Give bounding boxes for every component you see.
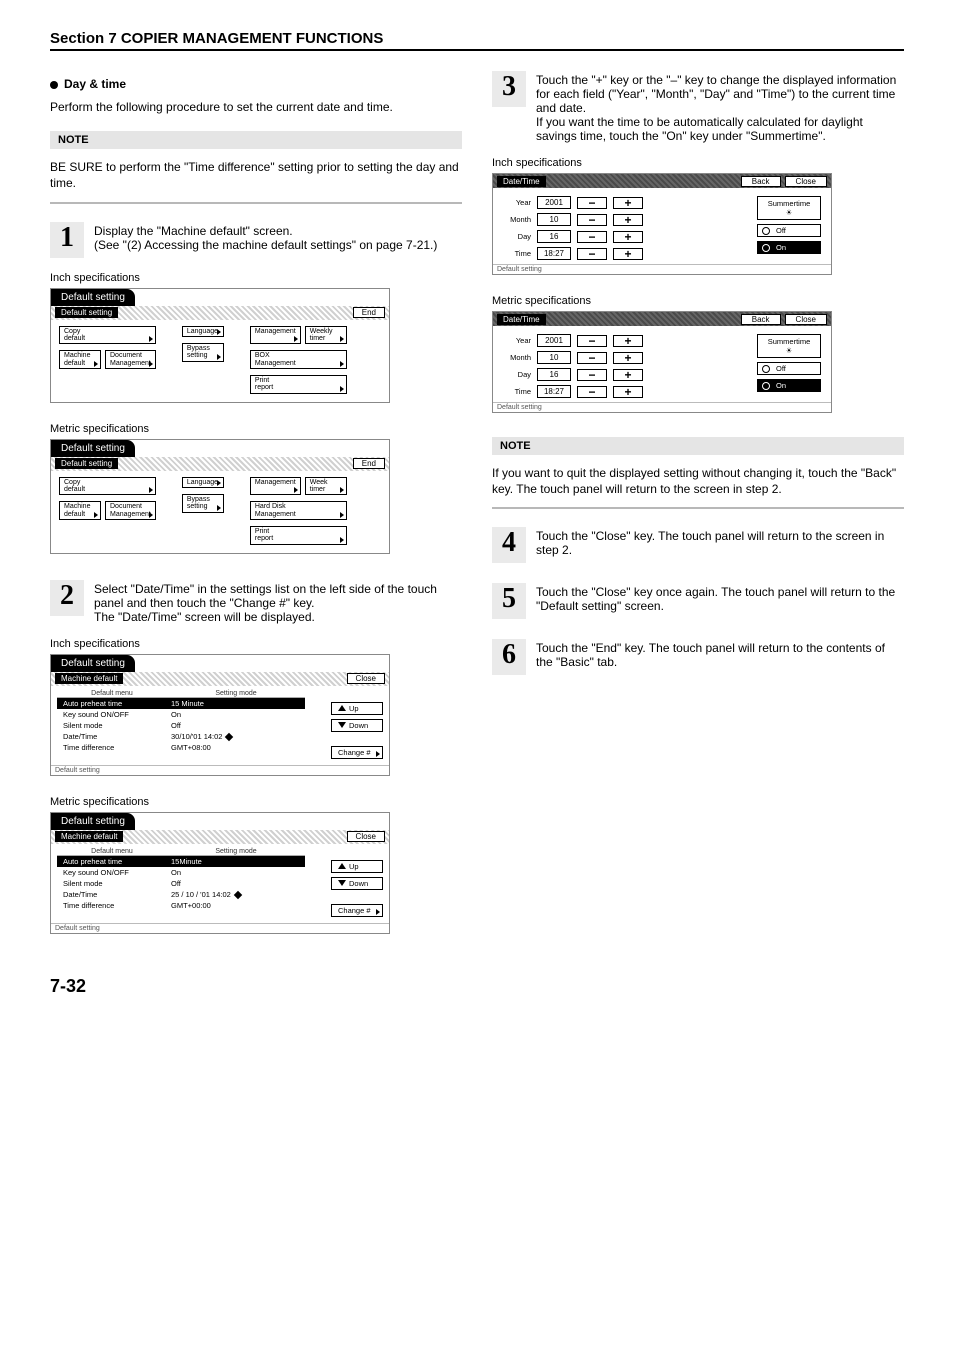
step-text-6: Touch the "End" key. The touch panel wil… [536, 639, 904, 669]
step-number-3: 3 [492, 71, 526, 107]
chip[interactable]: Machine default [59, 501, 101, 520]
list-item[interactable]: Silent modeOff [57, 878, 305, 889]
list-item[interactable]: Key sound ON/OFFOn [57, 867, 305, 878]
subheading: Day & time [50, 77, 462, 91]
chip[interactable]: Management [250, 477, 301, 496]
minus-button[interactable]: − [577, 335, 607, 347]
intro-text: Perform the following procedure to set t… [50, 99, 462, 115]
list-item[interactable]: Key sound ON/OFFOn [57, 709, 305, 720]
chip[interactable]: Bypass setting [182, 343, 224, 362]
plus-button[interactable]: + [613, 214, 643, 226]
default-panel-metric: Default setting Default settingEnd Copy … [50, 439, 390, 554]
plus-button[interactable]: + [613, 352, 643, 364]
page-number: 7-32 [50, 976, 904, 997]
minus-button[interactable]: − [577, 369, 607, 381]
chip[interactable]: Print report [250, 526, 347, 545]
plus-button[interactable]: + [613, 386, 643, 398]
summertime-off[interactable]: Off [757, 224, 821, 237]
step-number-5: 5 [492, 583, 526, 619]
close-button[interactable]: Close [785, 176, 827, 187]
summertime-off[interactable]: Off [757, 362, 821, 375]
minus-button[interactable]: − [577, 248, 607, 260]
down-button[interactable]: Down [331, 877, 383, 890]
plus-button[interactable]: + [613, 231, 643, 243]
chip[interactable]: BOX Management [250, 350, 347, 369]
up-button[interactable]: Up [331, 702, 383, 715]
step-text-3: Touch the "+" key or the "–" key to chan… [536, 71, 904, 143]
step-number-4: 4 [492, 527, 526, 563]
back-button[interactable]: Back [741, 314, 781, 325]
list-item[interactable]: Date/Time25 / 10 / '01 14:02 [57, 889, 305, 900]
list-item[interactable]: Auto preheat time15Minute [57, 856, 305, 867]
chip[interactable]: Print report [250, 375, 347, 394]
summertime-on[interactable]: On [757, 379, 821, 392]
step-text-5: Touch the "Close" key once again. The to… [536, 583, 904, 613]
note-1: BE SURE to perform the "Time difference"… [50, 159, 462, 191]
change-button[interactable]: Change # [331, 904, 383, 917]
minus-button[interactable]: − [577, 197, 607, 209]
chip[interactable]: Management [250, 326, 301, 345]
chip[interactable]: Language [182, 477, 224, 488]
end-button[interactable]: End [353, 307, 385, 318]
plus-button[interactable]: + [613, 197, 643, 209]
list-item[interactable]: Auto preheat time15 Minute [57, 698, 305, 709]
minus-button[interactable]: − [577, 214, 607, 226]
step-text-2: Select "Date/Time" in the settings list … [94, 580, 462, 624]
list-item[interactable]: Time differenceGMT+00:00 [57, 900, 305, 911]
summertime-label: Summertime☀ [757, 334, 821, 358]
note-label: NOTE [492, 437, 904, 455]
chip[interactable]: Language [182, 326, 224, 337]
chip[interactable]: Machine default [59, 350, 101, 369]
note-label: NOTE [50, 131, 462, 149]
close-button[interactable]: Close [347, 831, 385, 842]
close-button[interactable]: Close [347, 673, 385, 684]
end-button[interactable]: End [353, 458, 385, 469]
step-number-2: 2 [50, 580, 84, 616]
close-button[interactable]: Close [785, 314, 827, 325]
spec-metric: Metric specifications [50, 423, 462, 435]
minus-button[interactable]: − [577, 386, 607, 398]
summertime-label: Summertime☀ [757, 196, 821, 220]
default-panel-inch: Default setting Default settingEnd Copy … [50, 288, 390, 403]
chip[interactable]: Hard Disk Management [250, 501, 347, 520]
chip[interactable]: Bypass setting [182, 494, 224, 513]
chip[interactable]: Copy default [59, 326, 156, 345]
chip[interactable]: Document Management [105, 501, 156, 520]
step-number-1: 1 [50, 222, 84, 258]
plus-button[interactable]: + [613, 369, 643, 381]
list-item[interactable]: Date/Time30/10/'01 14:02 [57, 731, 305, 742]
down-button[interactable]: Down [331, 719, 383, 732]
list-item[interactable]: Silent modeOff [57, 720, 305, 731]
minus-button[interactable]: − [577, 352, 607, 364]
chip[interactable]: Week timer [305, 477, 347, 496]
machine-default-panel-inch: Default setting Machine defaultClose Def… [50, 654, 390, 776]
note-2: If you want to quit the displayed settin… [492, 465, 904, 497]
machine-default-panel-metric: Default setting Machine defaultClose Def… [50, 812, 390, 934]
datetime-panel-inch: Date/Time Back Close Year2001−+ Month10−… [492, 173, 832, 275]
up-button[interactable]: Up [331, 860, 383, 873]
section-title: Section 7 COPIER MANAGEMENT FUNCTIONS [50, 30, 904, 51]
plus-button[interactable]: + [613, 248, 643, 260]
chip[interactable]: Document Management [105, 350, 156, 369]
back-button[interactable]: Back [741, 176, 781, 187]
spec-inch: Inch specifications [50, 272, 462, 284]
plus-button[interactable]: + [613, 335, 643, 347]
datetime-panel-metric: Date/Time Back Close Year2001−+ Month10−… [492, 311, 832, 413]
summertime-on[interactable]: On [757, 241, 821, 254]
minus-button[interactable]: − [577, 231, 607, 243]
change-button[interactable]: Change # [331, 746, 383, 759]
step-text-4: Touch the "Close" key. The touch panel w… [536, 527, 904, 557]
list-item[interactable]: Time differenceGMT+08:00 [57, 742, 305, 753]
chip[interactable]: Copy default [59, 477, 156, 496]
chip[interactable]: Weekly timer [305, 326, 347, 345]
step-number-6: 6 [492, 639, 526, 675]
step-text-1: Display the "Machine default" screen. (S… [94, 222, 462, 252]
